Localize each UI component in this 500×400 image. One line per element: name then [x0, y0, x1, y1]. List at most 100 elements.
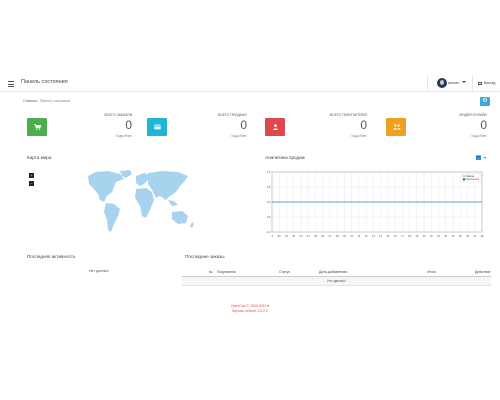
orders-table: № Покупатель Статус Дата добавления Итог…: [182, 268, 491, 286]
stat-tile[interactable]: [27, 118, 47, 136]
breadcrumb-home[interactable]: Главная: [23, 99, 37, 103]
orders-empty-row: Нет данных!: [182, 277, 491, 286]
map-australia[interactable]: [172, 211, 188, 224]
zoom-out-button[interactable]: −: [29, 181, 34, 186]
footer-opencart-link[interactable]: OpenCart: [231, 304, 246, 308]
chart-x-tick-label: 05: [314, 234, 317, 238]
chart-x-tick-label: 27: [473, 234, 476, 238]
stat-tile[interactable]: [386, 118, 406, 136]
chart-x-tick-label: 25: [459, 234, 462, 238]
map-north-america[interactable]: [88, 171, 124, 202]
stat-label: Всего продано: [218, 113, 247, 117]
chart-y-tick-label: 1.0: [267, 170, 271, 174]
zoom-in-button[interactable]: +: [29, 173, 34, 178]
stat-label: Людей онлайн: [459, 113, 487, 117]
stat-total-customers: Всего покупателей 0 Подробнее: [265, 112, 367, 142]
chart-y-tick-label: 0.5: [267, 185, 271, 189]
map-europe[interactable]: [136, 173, 150, 186]
stat-value: 0: [480, 118, 487, 132]
chart-x-tick-label: 00: [278, 234, 281, 238]
gear-icon: ⚙: [482, 98, 488, 104]
stat-value: 0: [125, 118, 132, 132]
stat-label: Всего заказов: [104, 113, 133, 117]
chart-x-tick-label: 01: [285, 234, 288, 238]
chart-x-tick-label: 11: [358, 234, 361, 238]
stat-more-link[interactable]: Подробнее: [115, 134, 132, 138]
column-header-customer[interactable]: Покупатель: [217, 270, 236, 274]
map-south-america[interactable]: [104, 203, 120, 232]
column-header-action: Действие: [475, 270, 491, 274]
stat-total-orders: Всего заказов 0 Подробнее: [27, 112, 132, 142]
column-header-order-id[interactable]: №: [209, 270, 213, 274]
chart-x-tick-label: 03: [300, 234, 303, 238]
column-header-status[interactable]: Статус: [279, 270, 290, 274]
stat-more-link[interactable]: Подробнее: [350, 134, 367, 138]
page-title: Панель состояния: [21, 79, 68, 85]
footer-years: © 2009-2024: [246, 304, 267, 308]
chart-x-tick-label: 19: [415, 234, 418, 238]
stat-more-link[interactable]: Подробнее: [230, 134, 247, 138]
stat-value: 0: [360, 118, 367, 132]
stat-tile[interactable]: [147, 118, 167, 136]
chart-x-tick-label: 23: [444, 234, 447, 238]
stat-total-sales: Всего продано 0 Подробнее: [147, 112, 247, 142]
map-new-zealand[interactable]: [190, 222, 194, 228]
caret-down-icon[interactable]: [462, 81, 466, 83]
calendar-icon[interactable]: [476, 155, 488, 161]
map-southeast-asia[interactable]: [168, 200, 178, 206]
map-asia[interactable]: [148, 171, 188, 200]
menu-icon[interactable]: [8, 81, 14, 87]
avatar[interactable]: [437, 78, 447, 88]
chart-x-tick-label: 28: [481, 234, 484, 238]
column-header-total[interactable]: Итого: [427, 270, 436, 274]
chart-legend-label: Покупатели: [466, 178, 480, 181]
analytics-title: Аналитика продаж: [265, 155, 305, 160]
chart-x-tick-label: 04: [307, 234, 310, 238]
column-header-date-added[interactable]: Дата добавления: [319, 270, 347, 274]
credit-card-icon: [154, 124, 161, 130]
orders-header-row: № Покупатель Статус Дата добавления Итог…: [182, 268, 491, 277]
chart-x-tick-label: 08: [336, 234, 339, 238]
footer-version: Версия ocStore 4.0.2.3: [232, 309, 268, 313]
logout-icon[interactable]: [478, 82, 482, 85]
chart-x-tick-label: 24: [452, 234, 455, 238]
stat-tile[interactable]: [265, 118, 285, 136]
chart-x-tick-label: 14: [379, 234, 382, 238]
chart-x-tick-label: 26: [466, 234, 469, 238]
settings-button[interactable]: ⚙: [480, 97, 490, 106]
divider: [472, 76, 473, 92]
user-icon: [272, 124, 279, 130]
chart-x-tick-label: 12: [365, 234, 368, 238]
chart-y-tick-label: -1.0: [266, 230, 271, 234]
breadcrumb: Главная/Панель состояния: [23, 99, 70, 103]
sales-chart: -1 00 01 02 03 04 05 06 07 08 09 10 11 12 13 14 15 16 17 18…: [266, 170, 484, 238]
chart-legend-swatch: [463, 175, 466, 178]
chart-x-tick-label: 10: [350, 234, 353, 238]
stat-label: Всего покупателей: [329, 113, 367, 117]
logout-link[interactable]: Выход: [484, 81, 495, 85]
cart-icon: [34, 124, 41, 130]
chart-x-tick-label: 02: [292, 234, 295, 238]
chart-x-tick-label: 16: [394, 234, 397, 238]
orders-title: Последние заказы: [185, 254, 225, 259]
stat-people-online: Людей онлайн 0 Подробнее: [386, 112, 487, 142]
chart-x-tick-label: 06: [321, 234, 324, 238]
world-map[interactable]: [86, 170, 196, 236]
chart-y-tick-label: 0.0: [267, 200, 271, 204]
chart-x-tick-label: -1: [271, 234, 274, 238]
chart-x-tick-label: 15: [386, 234, 389, 238]
chart-legend-swatch: [463, 178, 466, 181]
divider: [427, 76, 428, 92]
breadcrumb-current: Панель состояния: [39, 99, 71, 103]
heart-icon: ♥: [267, 304, 270, 308]
map-title: Карта мира: [27, 155, 52, 160]
user-menu[interactable]: admin: [448, 80, 459, 85]
stat-more-link[interactable]: Подробнее: [470, 134, 487, 138]
activity-empty-message: Нет данных!: [89, 269, 110, 273]
map-africa[interactable]: [135, 188, 154, 218]
chart-x-tick-label: 07: [328, 234, 331, 238]
chart-y-tick-label: -0.5: [266, 215, 271, 219]
chart-x-tick-label: 17: [401, 234, 404, 238]
chart-x-tick-label: 22: [437, 234, 440, 238]
users-icon: [393, 124, 401, 130]
